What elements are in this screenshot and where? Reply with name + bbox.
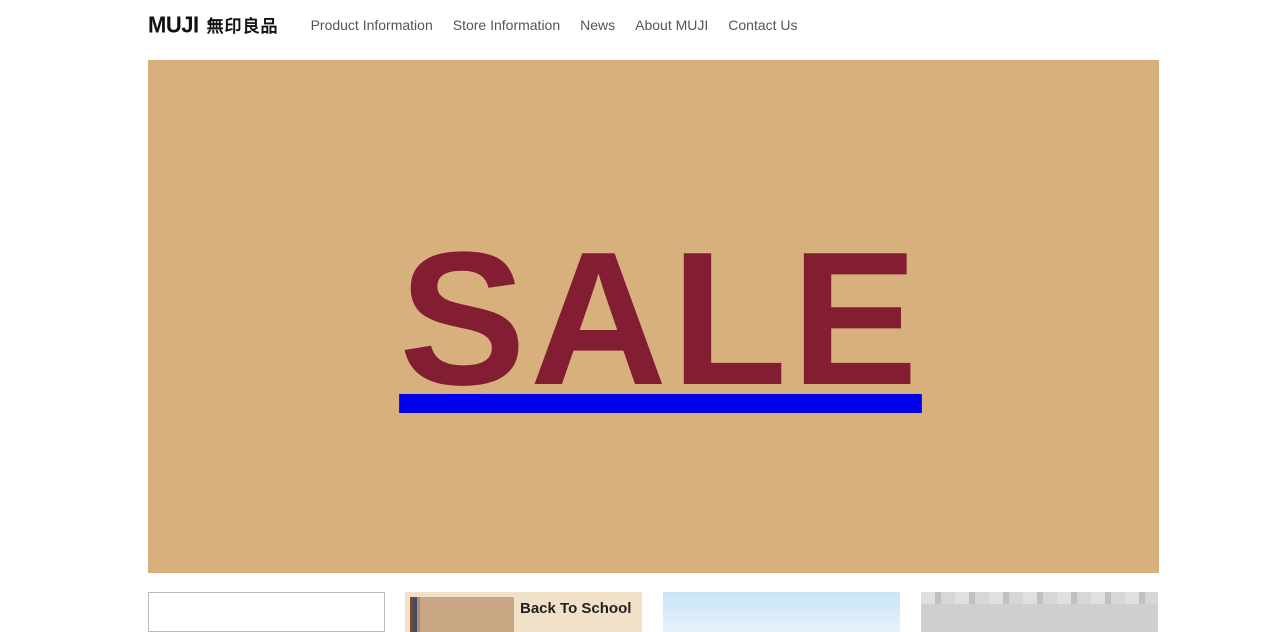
promo-tile-3[interactable] [663,592,900,632]
site-header: MUJI 無印良品 Product Information Store Info… [148,0,818,50]
sale-hero-banner[interactable]: SALE [148,60,1159,573]
nav-about-muji[interactable]: About MUJI [635,17,708,33]
nav-store-information[interactable]: Store Information [453,17,560,33]
notebook-image [410,597,514,632]
nav-news[interactable]: News [580,17,615,33]
main-nav: Product Information Store Information Ne… [311,17,818,33]
promo-tile-label: Back To School [520,600,632,617]
promo-tiles: Back To School [148,592,1159,632]
nav-product-information[interactable]: Product Information [311,17,433,33]
promo-tile-back-to-school[interactable]: Back To School [405,592,642,632]
promo-tile-4[interactable] [921,592,1158,632]
promo-tile-4-image [921,592,1158,604]
sale-hero-text: SALE [399,212,922,425]
logo-latin-text: MUJI [148,11,199,38]
logo-cjk-text: 無印良品 [206,17,279,37]
nav-contact-us[interactable]: Contact Us [728,17,797,33]
notebook-spine-image [410,597,420,632]
muji-logo[interactable]: MUJI 無印良品 [148,11,279,38]
promo-tile-1[interactable] [148,592,385,632]
